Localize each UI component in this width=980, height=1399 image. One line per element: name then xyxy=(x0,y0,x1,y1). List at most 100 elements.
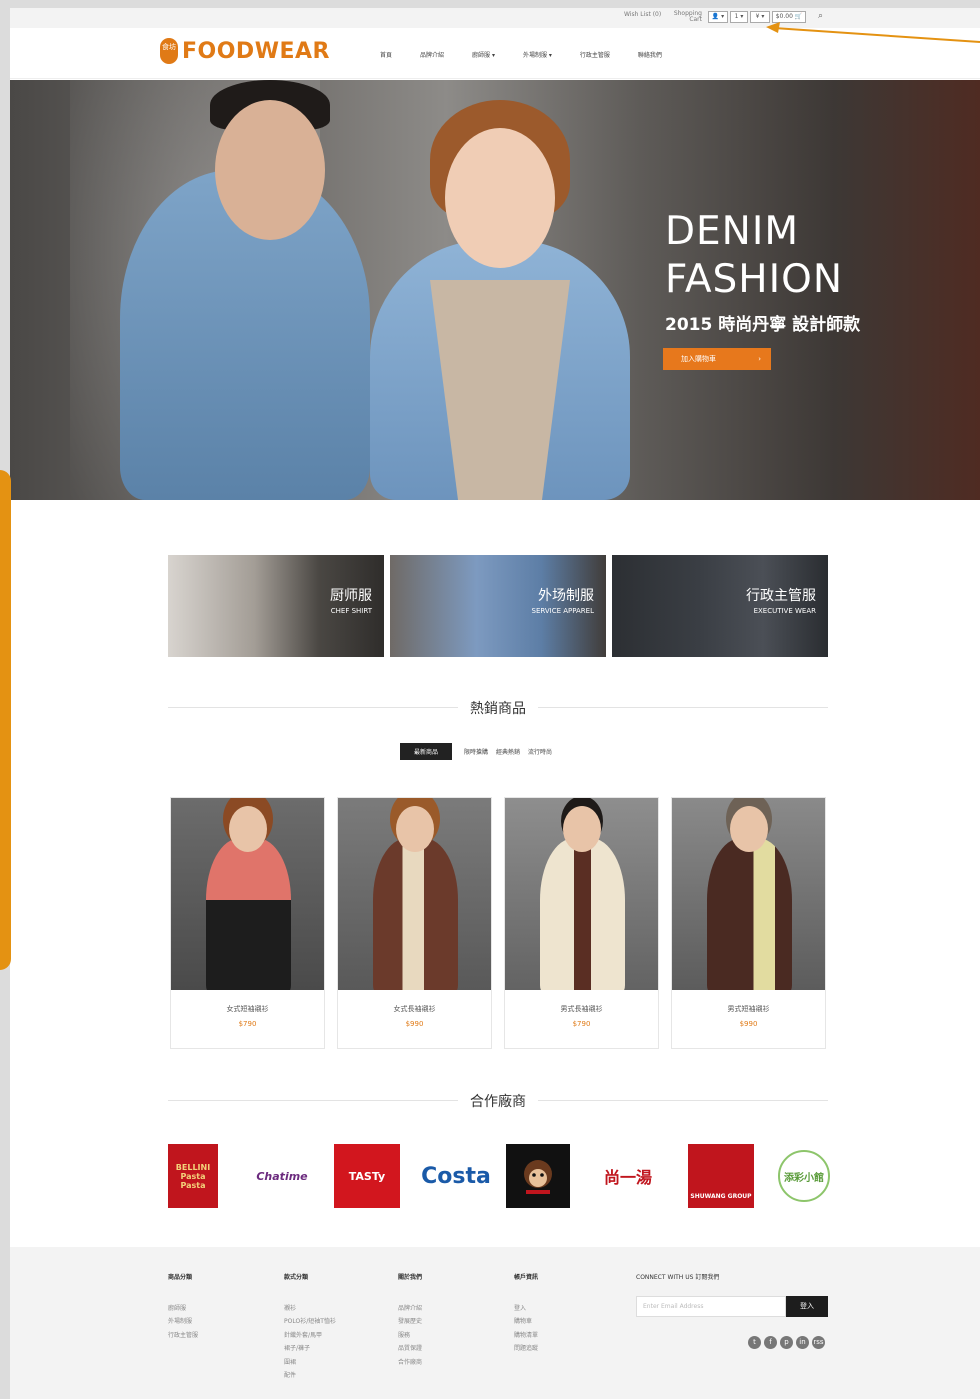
hero-model-male-face xyxy=(215,100,325,240)
menu-item-home[interactable]: 首頁 xyxy=(380,50,392,59)
product-image[interactable] xyxy=(171,798,324,990)
product-card[interactable]: 男式短袖襯衫 $990 xyxy=(671,797,826,1049)
brand-logo[interactable]: 食坊 FOODWEAR xyxy=(160,38,330,64)
linkedin-icon[interactable]: in xyxy=(796,1336,809,1349)
partner-logo-bellini[interactable]: BELLINI Pasta Pasta xyxy=(168,1144,218,1208)
footer-link[interactable]: 針織外套/馬甲 xyxy=(284,1329,336,1343)
footer-link[interactable]: 裙子/褲子 xyxy=(284,1342,336,1356)
footer-link[interactable]: 合作廠商 xyxy=(398,1356,422,1370)
tab-trending[interactable]: 流行時尚 xyxy=(528,747,552,756)
facebook-icon[interactable]: f xyxy=(764,1336,777,1349)
currency-dropdown[interactable]: ¥ ▾ xyxy=(750,11,770,23)
twitter-icon[interactable]: t xyxy=(748,1336,761,1349)
partner-logo-costa[interactable]: Costa xyxy=(420,1144,492,1208)
footer-link[interactable]: 品牌介紹 xyxy=(398,1302,422,1316)
footer-link[interactable]: 品質保證 xyxy=(398,1342,422,1356)
product-name[interactable]: 男式長袖襯衫 xyxy=(505,1004,658,1014)
email-field[interactable]: Enter Email Address xyxy=(636,1296,786,1317)
partner-logo-tiancai[interactable]: 添彩小館 xyxy=(778,1150,830,1202)
hero-banner: DENIM FASHION 2015 時尚丹寧 設計師款 加入購物車 › xyxy=(10,80,980,500)
partner-logo-chatime[interactable]: Chatime xyxy=(246,1144,318,1208)
site-footer: 商品分類 廚師服 外場制服 行政主管服 款式分類 襯衫 POLO衫/短袖T恤衫 … xyxy=(10,1247,980,1399)
footer-column-categories: 商品分類 廚師服 外場制服 行政主管服 xyxy=(168,1271,198,1342)
menu-item-service[interactable]: 外場制服 ▾ xyxy=(523,50,552,59)
footer-link[interactable]: 廚師服 xyxy=(168,1302,198,1316)
partners-heading: 合作廠商 xyxy=(168,1091,828,1111)
footer-link[interactable]: 購物清單 xyxy=(514,1329,538,1343)
account-dropdown[interactable]: 👤 ▾ xyxy=(708,11,728,23)
footer-link[interactable]: 發展歷史 xyxy=(398,1315,422,1329)
menu-item-chef[interactable]: 廚師服 ▾ xyxy=(472,50,495,59)
tab-flash-sale[interactable]: 限時搶購 xyxy=(464,747,488,756)
product-name[interactable]: 女式長袖襯衫 xyxy=(338,1004,491,1014)
social-links: t f p in rss xyxy=(748,1336,825,1349)
tab-classic[interactable]: 經典熱銷 xyxy=(496,747,520,756)
menu-item-executive[interactable]: 行政主管服 xyxy=(580,50,610,59)
product-card[interactable]: 男式長袖襯衫 $790 xyxy=(504,797,659,1049)
footer-link[interactable]: 行政主管服 xyxy=(168,1329,198,1343)
footer-link[interactable]: 外場制服 xyxy=(168,1315,198,1329)
category-title: 外场制服 xyxy=(538,588,594,604)
product-image[interactable] xyxy=(505,798,658,990)
footer-heading: CONNECT WITH US 訂閱我們 xyxy=(636,1274,720,1281)
partner-logo-monkey[interactable] xyxy=(506,1144,570,1208)
footer-link[interactable]: 配件 xyxy=(284,1369,336,1383)
partner-logo-shangyitang[interactable]: 尚一湯 xyxy=(592,1144,664,1208)
partner-logo-shuwang[interactable]: SHUWANG GROUP xyxy=(688,1144,754,1208)
product-figure-head xyxy=(563,806,601,852)
category-label: 厨师服 CHEF SHIRT xyxy=(330,585,372,615)
menu-item-brand[interactable]: 品牌介紹 xyxy=(420,50,444,59)
footer-link[interactable]: 襯衫 xyxy=(284,1302,336,1316)
partner-logos: BELLINI Pasta Pasta Chatime TASTy Costa … xyxy=(168,1144,830,1208)
subscribe-button[interactable]: 登入 xyxy=(786,1296,828,1317)
hero-model-female-face xyxy=(445,128,555,268)
product-name[interactable]: 女式短袖襯衫 xyxy=(171,1004,324,1014)
monkey-icon xyxy=(524,1160,552,1194)
product-image[interactable] xyxy=(338,798,491,990)
footer-heading: 關於我們 xyxy=(398,1274,423,1281)
product-card[interactable]: 女式短袖襯衫 $790 xyxy=(170,797,325,1049)
annotation-marker xyxy=(0,470,11,970)
footer-link[interactable]: 服務 xyxy=(398,1329,422,1343)
category-subtitle: EXECUTIVE WEAR xyxy=(753,607,816,615)
footer-link[interactable]: 購物車 xyxy=(514,1315,538,1329)
pinterest-icon[interactable]: p xyxy=(780,1336,793,1349)
product-figure xyxy=(707,838,792,990)
product-figure-head xyxy=(730,806,768,852)
category-service-apparel[interactable]: 外场制服 SERVICE APPAREL xyxy=(390,555,606,657)
hero-add-to-cart-button[interactable]: 加入購物車 › xyxy=(663,348,771,370)
footer-column-styles: 款式分類 襯衫 POLO衫/短袖T恤衫 針織外套/馬甲 裙子/褲子 圍裙 配件 xyxy=(284,1271,336,1383)
footer-column-account: 帳戶資訊 登入 購物車 購物清單 問題追蹤 xyxy=(514,1271,538,1356)
product-price: $990 xyxy=(739,1020,758,1028)
product-image[interactable] xyxy=(672,798,825,990)
footer-heading: 帳戶資訊 xyxy=(514,1274,539,1281)
footer-link[interactable]: 問題追蹤 xyxy=(514,1342,538,1356)
product-figure-head xyxy=(396,806,434,852)
footer-link[interactable]: POLO衫/短袖T恤衫 xyxy=(284,1315,336,1329)
shopping-cart-link[interactable]: Shopping Cart xyxy=(672,11,702,23)
menu-item-contact[interactable]: 聯絡我們 xyxy=(638,50,662,59)
cart-button[interactable]: $0.00 🛒 xyxy=(772,11,806,23)
chevron-right-icon: › xyxy=(758,355,761,363)
category-label: 外场制服 SERVICE APPAREL xyxy=(532,585,595,615)
rss-icon[interactable]: rss xyxy=(812,1336,825,1349)
product-price: $790 xyxy=(238,1020,257,1028)
top-menu: 首頁 品牌介紹 廚師服 ▾ 外場制服 ▾ 行政主管服 聯絡我們 xyxy=(380,50,690,59)
language-dropdown[interactable]: 1 ▾ xyxy=(730,11,748,23)
product-price: $790 xyxy=(572,1020,591,1028)
product-name[interactable]: 男式短袖襯衫 xyxy=(672,1004,825,1014)
wishlist-link[interactable]: Wish List (0) xyxy=(624,11,661,18)
logo-badge-icon: 食坊 xyxy=(160,38,178,64)
footer-column-about: 關於我們 品牌介紹 發展歷史 服務 品質保證 合作廠商 xyxy=(398,1271,422,1369)
partner-logo-tasty[interactable]: TASTy xyxy=(334,1144,400,1208)
category-banners: 厨师服 CHEF SHIRT 外场制服 SERVICE APPAREL 行政主管… xyxy=(168,555,828,657)
product-price: $990 xyxy=(405,1020,424,1028)
category-executive-wear[interactable]: 行政主管服 EXECUTIVE WEAR xyxy=(612,555,828,657)
product-card[interactable]: 女式長袖襯衫 $990 xyxy=(337,797,492,1049)
product-figure xyxy=(206,838,291,990)
search-icon[interactable]: ⌕ xyxy=(818,11,823,21)
footer-link[interactable]: 登入 xyxy=(514,1302,538,1316)
category-chef-shirt[interactable]: 厨师服 CHEF SHIRT xyxy=(168,555,384,657)
footer-link[interactable]: 圍裙 xyxy=(284,1356,336,1370)
tab-newest[interactable]: 最新商品 xyxy=(400,743,453,760)
